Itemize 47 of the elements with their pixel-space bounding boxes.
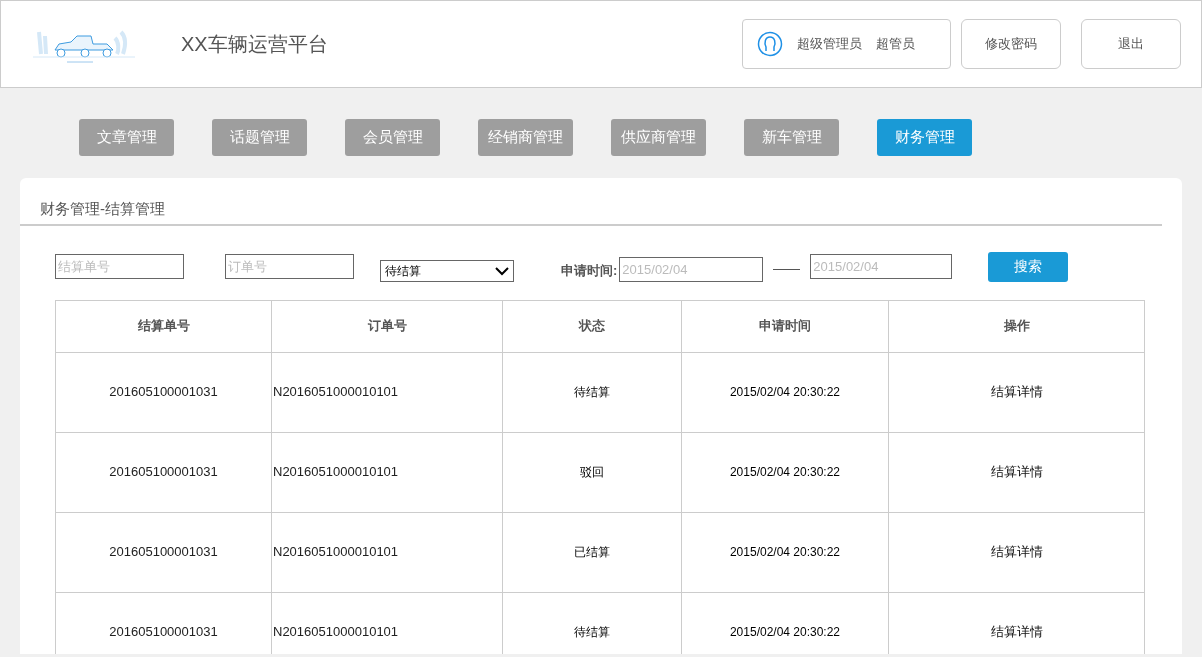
logout-button[interactable]: 退出 <box>1081 19 1181 69</box>
table-cell: 2015/02/04 20:30:22 <box>729 625 841 640</box>
breadcrumb-title: 财务管理-结算管理 <box>20 178 1162 226</box>
table-cell: 201605100001031 <box>109 624 218 640</box>
table-cell: 2015/02/04 20:30:22 <box>729 545 841 560</box>
table-cell: 已结算 <box>574 545 610 560</box>
settlement-details-link[interactable]: 结算详情 <box>990 384 1043 400</box>
table-cell: N2016051000010101 <box>273 624 399 640</box>
nav-tab[interactable]: 话题管理 <box>212 119 307 156</box>
table-cell: 驳回 <box>580 465 604 480</box>
change-password-button[interactable]: 修改密码 <box>961 19 1061 69</box>
nav-tab[interactable]: 经销商管理 <box>478 119 573 156</box>
date-label: 申请时间: <box>561 261 618 280</box>
table-cell: 待结算 <box>574 385 610 400</box>
nav-tab[interactable]: 会员管理 <box>345 119 440 156</box>
table-cell: N2016051000010101 <box>273 384 399 400</box>
order-number-field[interactable]: 订单号 <box>225 254 354 279</box>
table-cell: 2015/02/04 20:30:22 <box>729 465 841 480</box>
user-name: 超管员 <box>876 35 915 54</box>
column-header: 结算单号 <box>55 300 272 352</box>
table-cell: 201605100001031 <box>109 384 218 400</box>
column-header: 订单号 <box>271 300 503 352</box>
status-dropdown[interactable]: 待结算 <box>380 259 514 282</box>
nav-tab[interactable]: 供应商管理 <box>611 119 706 156</box>
settlement-details-link[interactable]: 结算详情 <box>990 544 1043 560</box>
table-cell: 201605100001031 <box>109 464 218 480</box>
table-cell: N2016051000010101 <box>273 464 399 480</box>
column-header: 申请时间 <box>681 300 889 352</box>
chevron-down-icon <box>495 265 509 276</box>
table-cell: N2016051000010101 <box>273 544 399 560</box>
start-date-field[interactable]: 2015/02/04 <box>619 257 764 282</box>
column-header: 状态 <box>502 300 682 352</box>
table-cell: 201605100001031 <box>109 544 218 560</box>
settlement-number-field[interactable]: 结算单号 <box>55 254 184 279</box>
end-date-field[interactable]: 2015/02/04 <box>810 254 953 279</box>
column-header: 操作 <box>888 300 1145 352</box>
settlement-details-link[interactable]: 结算详情 <box>990 624 1043 640</box>
user-role: 超级管理员 <box>797 35 862 54</box>
table-cell: 待结算 <box>574 625 610 640</box>
settlement-details-link[interactable]: 结算详情 <box>990 464 1043 480</box>
user-icon <box>757 31 783 57</box>
nav-tab[interactable]: 财务管理 <box>877 119 972 156</box>
nav-tab[interactable]: 新车管理 <box>744 119 839 156</box>
platform-title: XX车辆运营平台 <box>181 32 328 57</box>
table-cell: 2015/02/04 20:30:22 <box>729 385 841 400</box>
nav-tab[interactable]: 文章管理 <box>79 119 174 156</box>
search-button[interactable]: 搜索 <box>988 251 1069 282</box>
